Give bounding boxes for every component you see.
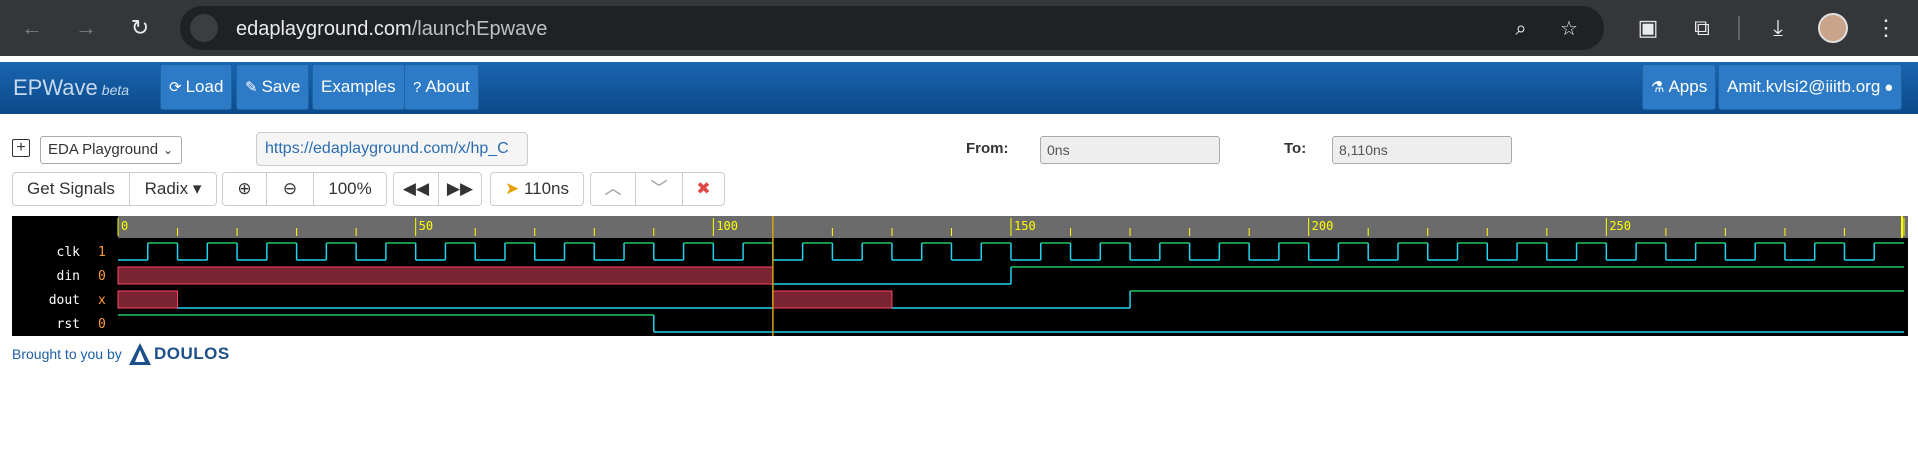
- load-button[interactable]: ⟳ Load: [160, 64, 233, 110]
- signal-name-dout: dout: [49, 293, 80, 308]
- extensions-icon[interactable]: ⧉: [1686, 12, 1718, 44]
- get-signals-button[interactable]: Get Signals: [12, 172, 130, 206]
- share-url-field[interactable]: https://edaplayground.com/x/hp_C: [256, 132, 528, 166]
- radix-dropdown[interactable]: Radix ▾: [129, 172, 217, 206]
- cast-icon[interactable]: ▣: [1632, 12, 1664, 44]
- scroll-left-button[interactable]: ◀◀: [393, 172, 439, 206]
- cursor-time-button[interactable]: ➤ 110ns: [490, 172, 584, 206]
- browser-toolbar: ← → ↻ edaplayground.com/launchEpwave ⌕ ☆…: [0, 0, 1918, 56]
- to-label: To:: [1284, 140, 1307, 157]
- address-url[interactable]: edaplayground.com/launchEpwave: [236, 18, 547, 41]
- time-tick-label: 200: [1312, 219, 1334, 233]
- time-ruler: [118, 216, 1908, 238]
- brand[interactable]: EPWave beta: [13, 75, 129, 101]
- flask-icon: ⚗: [1651, 79, 1665, 96]
- footer-credit: Brought to you by: [12, 346, 122, 362]
- zoom-level[interactable]: 100%: [313, 172, 387, 206]
- app-navbar: EPWave beta ⟳ Load ✎ Save Examples ? About ⚗…: [0, 62, 1918, 114]
- zoom-out-button[interactable]: ⊖: [266, 172, 314, 206]
- zoom-in-icon: ⊕: [237, 179, 252, 198]
- from-field[interactable]: 0ns: [1040, 136, 1220, 164]
- save-button[interactable]: ✎ Save: [236, 64, 310, 110]
- move-down-button[interactable]: ﹀: [635, 172, 683, 206]
- question-icon: ?: [413, 79, 422, 96]
- close-icon: ✖: [696, 179, 711, 198]
- forward-icon[interactable]: →: [70, 12, 102, 44]
- time-tick-label: 100: [716, 219, 738, 233]
- bookmark-star-icon[interactable]: ☆: [1556, 16, 1582, 42]
- refresh-icon: ⟳: [169, 79, 182, 96]
- chevron-up-icon: ︿: [604, 179, 622, 198]
- move-up-button[interactable]: ︿: [590, 172, 636, 206]
- about-button[interactable]: ? About: [404, 64, 479, 110]
- profile-avatar[interactable]: [1818, 13, 1848, 43]
- toolbar-divider: [1738, 16, 1740, 40]
- zoom-icon[interactable]: ⌕: [1508, 16, 1534, 42]
- expand-icon[interactable]: +: [12, 139, 30, 157]
- location-arrow-icon: ➤: [504, 179, 520, 198]
- scroll-right-button[interactable]: ▶▶: [438, 172, 482, 206]
- waveform-viewer[interactable]: 0 50 100 150 200 250 clk 1 din 0 dout x rst 0: [12, 216, 1908, 336]
- fast-backward-icon: ◀◀: [402, 179, 430, 198]
- address-bar[interactable]: edaplayground.com/launchEpwave ⌕ ☆: [180, 6, 1604, 50]
- to-field[interactable]: 8,110ns: [1332, 136, 1512, 164]
- wave-toolbar: Get Signals Radix ▾ ⊕ ⊖ 100% ◀◀ ▶▶ ➤ 110…: [0, 170, 1918, 208]
- ruler-corner: [12, 216, 118, 238]
- source-controls: + EDA Playground ⌄ https://edaplayground.…: [0, 130, 1918, 170]
- doulos-logo-icon: [129, 343, 151, 365]
- doulos-brand[interactable]: DOULOS: [154, 344, 230, 364]
- din-unknown-region: [117, 266, 774, 285]
- download-icon[interactable]: ⤓: [1762, 12, 1794, 44]
- back-icon[interactable]: ←: [16, 12, 48, 44]
- source-select[interactable]: EDA Playground ⌄: [40, 136, 182, 164]
- signal-value-din: 0: [98, 269, 106, 284]
- menu-icon[interactable]: ⋮: [1870, 12, 1902, 44]
- user-button[interactable]: Amit.kvlsi2@iiitb.org ●: [1718, 64, 1903, 110]
- zoom-in-button[interactable]: ⊕: [222, 172, 267, 206]
- time-tick-label: 250: [1609, 219, 1631, 233]
- examples-button[interactable]: Examples: [312, 64, 405, 110]
- dout-unknown-region: [117, 290, 179, 309]
- zoom-out-icon: ⊖: [282, 179, 298, 198]
- remove-signal-button[interactable]: ✖: [682, 172, 725, 206]
- pencil-icon: ✎: [245, 79, 258, 96]
- signal-value-clk: 1: [98, 245, 106, 260]
- time-tick-label: 150: [1014, 219, 1036, 233]
- site-info-icon[interactable]: [190, 14, 218, 42]
- signal-name-clk: clk: [57, 245, 81, 260]
- signal-name-din: din: [57, 269, 80, 284]
- apps-button[interactable]: ⚗ Apps: [1642, 64, 1717, 110]
- dout-unknown-region: [772, 290, 893, 309]
- caret-down-icon: ▾: [192, 179, 202, 198]
- time-tick-label: 50: [419, 219, 433, 233]
- chevron-down-icon: ﹀: [650, 179, 668, 198]
- user-icon: ●: [1884, 79, 1894, 96]
- from-label: From:: [966, 140, 1009, 157]
- signal-value-rst: 0: [98, 317, 106, 332]
- signal-name-rst: rst: [57, 317, 80, 332]
- time-tick-label: 0: [121, 219, 128, 233]
- chevron-down-icon: ⌄: [162, 143, 173, 157]
- reload-icon[interactable]: ↻: [124, 12, 156, 44]
- fast-forward-icon: ▶▶: [446, 179, 474, 198]
- signal-value-dout: x: [98, 293, 106, 308]
